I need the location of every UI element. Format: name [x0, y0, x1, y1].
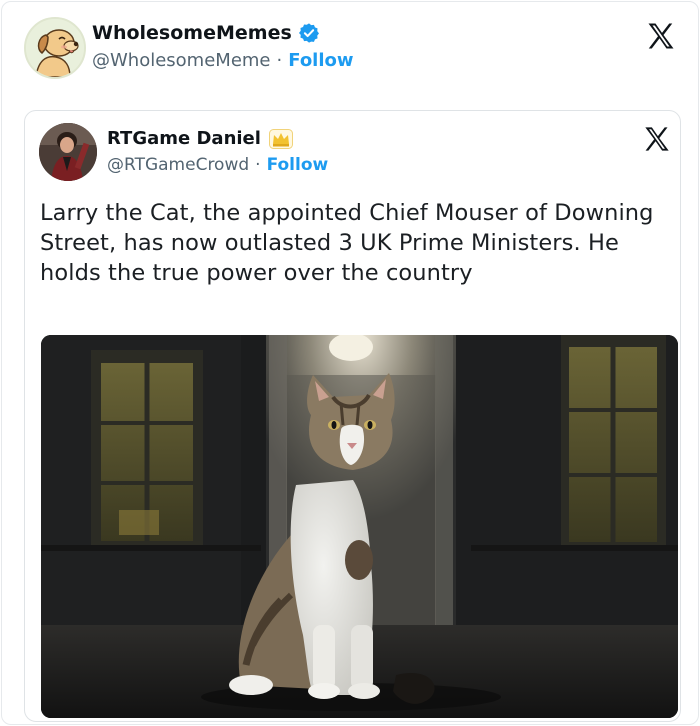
meme-post-card: WholesomeMemes @WholesomeMeme · Follow R…: [1, 1, 699, 725]
larry-cat-illustration: [41, 335, 678, 718]
quoted-tweet-card[interactable]: RTGame Daniel @RTGameCrowd · Follow Larr…: [24, 110, 681, 722]
outer-handle[interactable]: @WholesomeMeme: [92, 50, 271, 71]
quoted-tweet-text: Larry the Cat, the appointed Chief Mouse…: [40, 200, 654, 286]
outer-handle-row: @WholesomeMeme · Follow: [92, 50, 354, 71]
rtgame-avatar[interactable]: [39, 123, 97, 181]
quoted-display-name[interactable]: RTGame Daniel: [107, 128, 261, 149]
quoted-handle-row: @RTGameCrowd · Follow: [107, 155, 328, 175]
quoted-handle[interactable]: @RTGameCrowd: [107, 155, 249, 175]
x-logo-icon[interactable]: [643, 125, 671, 153]
wholesomememes-avatar[interactable]: [24, 17, 86, 79]
person-avatar-photo: [39, 123, 97, 181]
outer-display-name[interactable]: WholesomeMemes: [92, 22, 292, 44]
cat-photo[interactable]: [41, 335, 678, 718]
quoted-author-row: RTGame Daniel: [107, 128, 293, 149]
dog-avatar-illustration: [26, 19, 84, 77]
outer-separator: ·: [276, 50, 283, 71]
quoted-separator: ·: [255, 155, 261, 175]
verified-badge-icon: [298, 23, 319, 43]
quoted-follow-button[interactable]: Follow: [267, 155, 329, 175]
outer-follow-button[interactable]: Follow: [288, 50, 353, 71]
crown-badge-icon: [268, 128, 293, 149]
x-logo-icon[interactable]: [646, 21, 676, 51]
outer-author-row: WholesomeMemes: [92, 22, 320, 44]
